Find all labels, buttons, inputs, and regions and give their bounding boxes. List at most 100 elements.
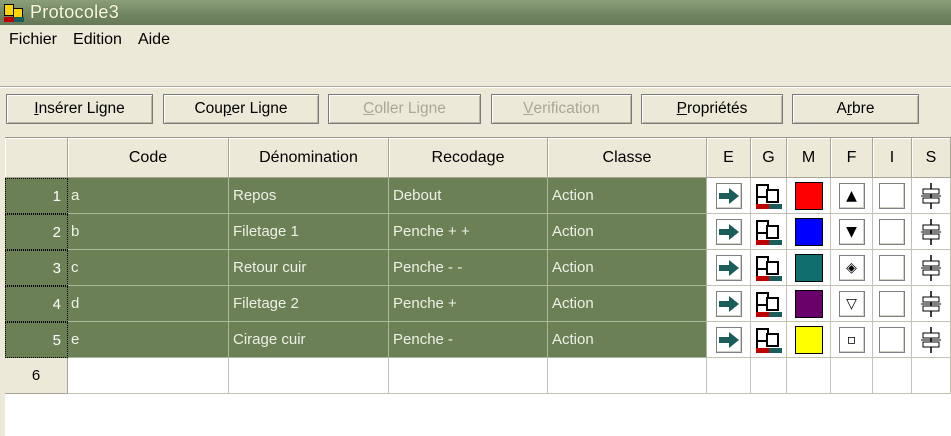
cell-denomination[interactable]: Filetage 2 (229, 286, 389, 322)
cell-denomination[interactable]: Filetage 1 (229, 214, 389, 250)
tree-button[interactable]: Ar bre (792, 94, 919, 124)
cell-m[interactable] (787, 178, 831, 214)
cell-denomination[interactable]: Retour cuir (229, 250, 389, 286)
triangle-up-icon[interactable]: ▲ (838, 182, 865, 209)
arrow-right-icon[interactable] (715, 290, 742, 317)
cell-empty[interactable] (389, 358, 548, 394)
cell-g[interactable] (751, 178, 787, 214)
cell-recodage[interactable]: Debout (389, 178, 548, 214)
cell-i[interactable] (873, 250, 912, 286)
checkbox[interactable] (879, 182, 905, 209)
cell-e[interactable] (707, 286, 751, 322)
menu-fichier[interactable]: Fichier (0, 31, 65, 49)
triangle-down-icon[interactable]: ▼ (838, 218, 865, 245)
cell-recodage[interactable]: Penche - (389, 322, 548, 358)
column-header-s[interactable]: S (912, 138, 951, 178)
triangle-down-outline-icon[interactable]: ▽ (838, 290, 865, 317)
cell-classe[interactable]: Action (548, 250, 707, 286)
checkbox[interactable] (879, 290, 905, 317)
diamond-dot-icon[interactable]: ◈ (838, 254, 865, 281)
cell-empty[interactable] (751, 358, 787, 394)
split-icon[interactable] (920, 218, 942, 246)
graph-icon[interactable] (754, 253, 784, 283)
cell-m[interactable] (787, 214, 831, 250)
cell-code[interactable]: e (68, 322, 229, 358)
cell-g[interactable] (751, 286, 787, 322)
cell-i[interactable] (873, 178, 912, 214)
column-header-e[interactable]: E (707, 138, 751, 178)
cell-empty[interactable] (912, 358, 951, 394)
split-icon[interactable] (920, 326, 942, 354)
paste-line-button[interactable]: Coller Ligne (328, 94, 481, 124)
cell-f[interactable]: ▲ (831, 178, 873, 214)
row-number[interactable]: 4 (5, 286, 68, 322)
cell-f[interactable]: ◈ (831, 250, 873, 286)
cell-f[interactable]: ▫ (831, 322, 873, 358)
split-icon[interactable] (920, 182, 942, 210)
cell-classe[interactable]: Action (548, 286, 707, 322)
column-header-code[interactable]: Code (68, 138, 229, 178)
checkbox[interactable] (879, 218, 905, 245)
cell-i[interactable] (873, 322, 912, 358)
checkbox[interactable] (879, 326, 905, 353)
graph-icon[interactable] (754, 217, 784, 247)
color-swatch[interactable] (794, 253, 823, 282)
cell-empty[interactable] (787, 358, 831, 394)
row-number[interactable]: 3 (5, 250, 68, 286)
cell-s[interactable] (912, 286, 951, 322)
cell-s[interactable] (912, 322, 951, 358)
graph-icon[interactable] (754, 325, 784, 355)
cell-s[interactable] (912, 250, 951, 286)
color-swatch[interactable] (794, 289, 823, 318)
cell-classe[interactable]: Action (548, 214, 707, 250)
cell-empty[interactable] (707, 358, 751, 394)
cell-g[interactable] (751, 250, 787, 286)
column-header-denomination[interactable]: Dénomination (229, 138, 389, 178)
cell-s[interactable] (912, 178, 951, 214)
cell-empty[interactable] (229, 358, 389, 394)
cell-e[interactable] (707, 214, 751, 250)
cell-empty[interactable] (68, 358, 229, 394)
column-header-i[interactable]: I (873, 138, 912, 178)
graph-icon[interactable] (754, 181, 784, 211)
cell-empty[interactable] (831, 358, 873, 394)
column-header-classe[interactable]: Classe (548, 138, 707, 178)
cell-code[interactable]: b (68, 214, 229, 250)
column-header-m[interactable]: M (787, 138, 831, 178)
cell-recodage[interactable]: Penche - - (389, 250, 548, 286)
insert-line-button[interactable]: Insérer Ligne (6, 94, 153, 124)
cut-line-button[interactable]: Cou p er Ligne (163, 94, 319, 124)
cell-e[interactable] (707, 322, 751, 358)
properties-button[interactable]: Propriétés (641, 94, 783, 124)
cell-m[interactable] (787, 286, 831, 322)
row-number[interactable]: 1 (5, 178, 68, 214)
cell-recodage[interactable]: Penche + (389, 286, 548, 322)
arrow-right-icon[interactable] (715, 182, 742, 209)
cell-classe[interactable]: Action (548, 178, 707, 214)
row-number[interactable]: 6 (5, 358, 68, 394)
arrow-right-icon[interactable] (715, 254, 742, 281)
row-number[interactable]: 5 (5, 322, 68, 358)
small-square-icon[interactable]: ▫ (838, 326, 865, 353)
cell-e[interactable] (707, 250, 751, 286)
column-header-f[interactable]: F (831, 138, 873, 178)
arrow-right-icon[interactable] (715, 218, 742, 245)
cell-denomination[interactable]: Cirage cuir (229, 322, 389, 358)
color-swatch[interactable] (794, 181, 823, 210)
row-number[interactable]: 2 (5, 214, 68, 250)
cell-code[interactable]: a (68, 178, 229, 214)
cell-m[interactable] (787, 250, 831, 286)
cell-m[interactable] (787, 322, 831, 358)
cell-empty[interactable] (548, 358, 707, 394)
verification-button[interactable]: Verification (491, 94, 632, 124)
cell-g[interactable] (751, 322, 787, 358)
cell-denomination[interactable]: Repos (229, 178, 389, 214)
menu-aide[interactable]: Aide (130, 31, 178, 49)
column-header-g[interactable]: G (751, 138, 787, 178)
cell-e[interactable] (707, 178, 751, 214)
cell-i[interactable] (873, 286, 912, 322)
cell-g[interactable] (751, 214, 787, 250)
checkbox[interactable] (879, 254, 905, 281)
column-header-recodage[interactable]: Recodage (389, 138, 548, 178)
graph-icon[interactable] (754, 289, 784, 319)
